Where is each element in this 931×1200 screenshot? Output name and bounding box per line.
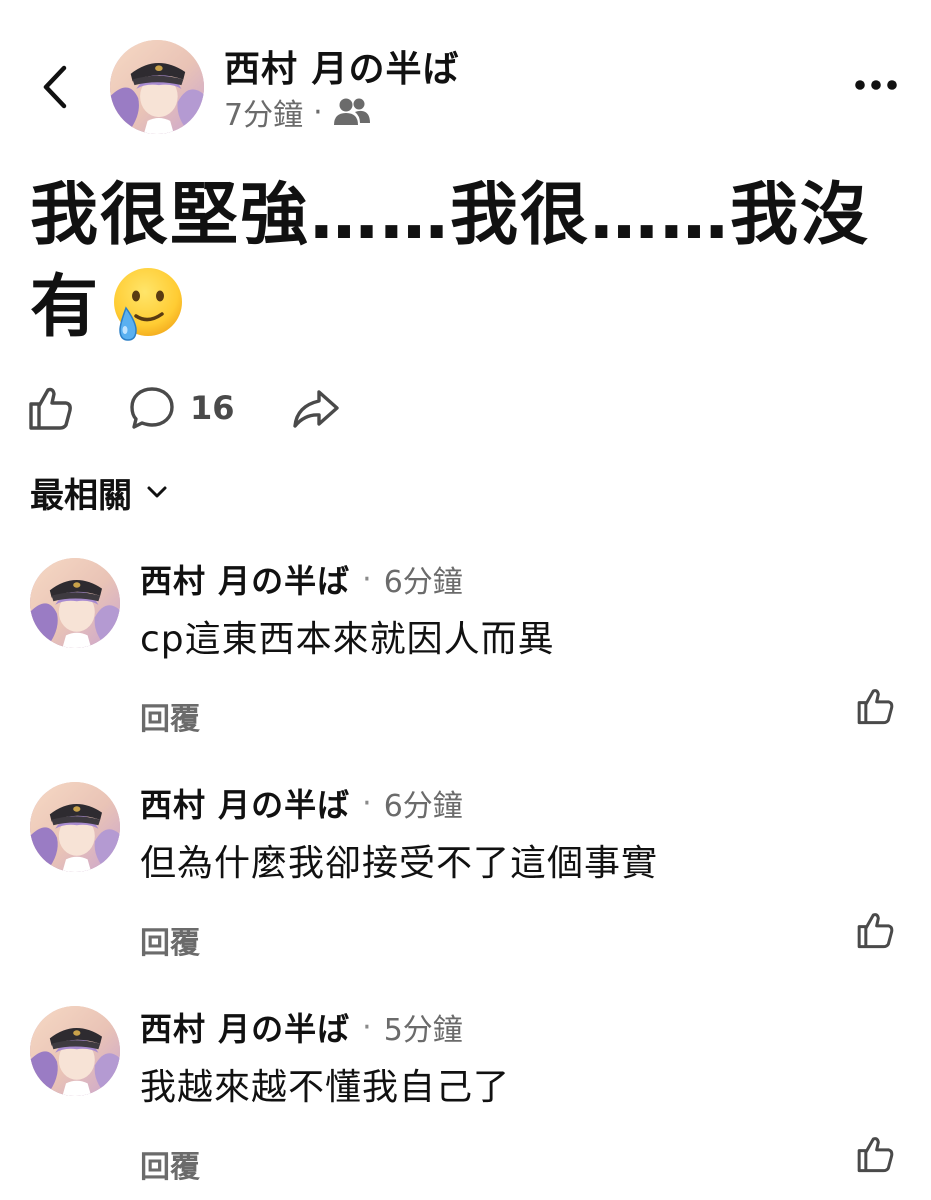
comment-text: cp這東西本來就因人而異 [140,619,555,660]
thumbs-up-icon[interactable] [855,686,895,726]
sort-label: 最相關 [30,475,132,516]
chevron-down-icon [147,486,167,498]
post-action-bar: 16 [26,380,341,436]
meta-separator: · [313,94,323,130]
comment-text: 我越來越不懂我自己了 [140,1067,511,1108]
comment-count: 16 [190,389,235,427]
meta-separator: · [362,561,372,597]
share-button[interactable] [291,384,341,432]
more-horizontal-icon [855,80,897,90]
chevron-left-icon [43,65,67,109]
comment-time[interactable]: 6分鐘 [384,781,463,825]
face-holding-back-tears-icon [114,268,183,341]
comment-time[interactable]: 6分鐘 [384,557,463,601]
commenter-name[interactable]: 西村 月の半ば [140,1004,350,1050]
author-name[interactable]: 西村 月の半ば [224,40,460,92]
commenter-avatar[interactable] [30,1006,120,1096]
thumbs-up-icon [29,387,72,430]
reply-button[interactable]: 回覆 [140,694,200,738]
reply-button[interactable]: 回覆 [140,918,200,962]
commenter-name[interactable]: 西村 月の半ば [140,780,350,826]
post-meta: 7分鐘 · [224,90,371,134]
comment-bubble-icon [130,387,174,429]
comment-button[interactable]: 16 [128,384,235,432]
comment-header: 西村 月の半ば · 5分鐘 [140,1004,463,1050]
like-button[interactable] [26,384,74,432]
meta-separator: · [362,785,372,821]
thumbs-up-icon[interactable] [855,910,895,950]
comment-sort-dropdown[interactable]: 最相關 [30,470,168,516]
friends-icon [333,98,370,125]
commenter-name[interactable]: 西村 月の半ば [140,556,350,602]
comment-time[interactable]: 5分鐘 [384,1005,463,1049]
comment-header: 西村 月の半ば · 6分鐘 [140,556,463,602]
share-arrow-icon [292,390,339,428]
comment-header: 西村 月の半ば · 6分鐘 [140,780,463,826]
thumbs-up-icon[interactable] [855,1134,895,1174]
post-detail-screen: 西村 月の半ば 7分鐘 · 我很堅強……我很……我沒有 16 最相關 西村 月の… [0,0,931,1200]
post-body: 我很堅強……我很……我沒有 [30,170,890,354]
commenter-avatar[interactable] [30,558,120,648]
comment-item: 西村 月の半ば · 5分鐘 我越來越不懂我自己了 回覆 [0,996,931,1196]
reply-button[interactable]: 回覆 [140,1142,200,1186]
comment-text: 但為什麼我卻接受不了這個事實 [140,843,659,884]
meta-separator: · [362,1009,372,1045]
more-options-button[interactable] [851,70,901,100]
author-avatar[interactable] [110,40,204,134]
post-time[interactable]: 7分鐘 [224,90,303,134]
back-button[interactable] [30,58,80,116]
comment-item: 西村 月の半ば · 6分鐘 cp這東西本來就因人而異 回覆 [0,548,931,748]
comment-item: 西村 月の半ば · 6分鐘 但為什麼我卻接受不了這個事實 回覆 [0,772,931,972]
commenter-avatar[interactable] [30,782,120,872]
